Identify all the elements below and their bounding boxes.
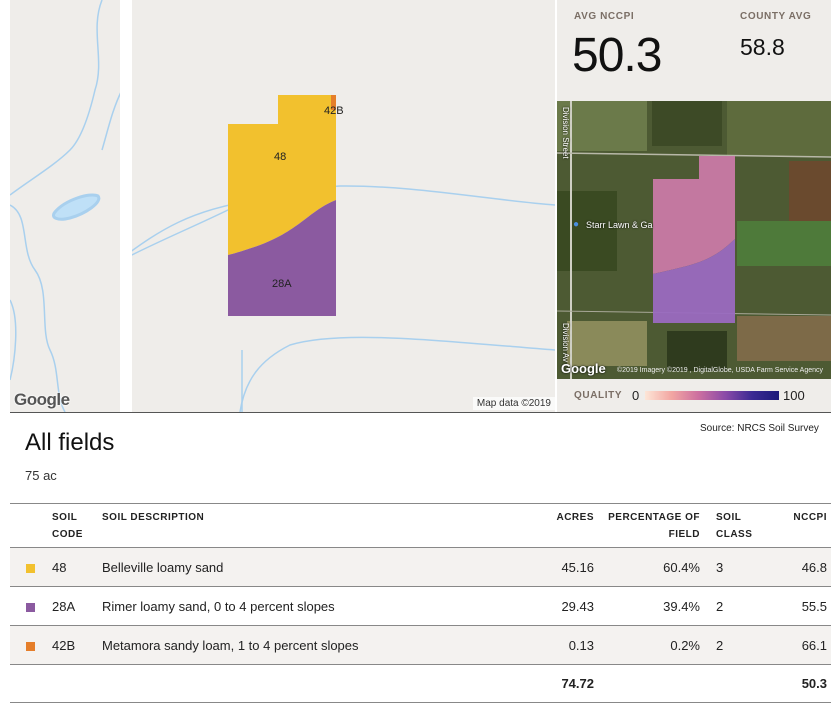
data-source: Source: NRCS Soil Survey (700, 423, 819, 434)
soil-acres: 45.16 (518, 547, 598, 587)
map-canvas (10, 0, 555, 412)
map-divider (120, 0, 132, 412)
avg-nccpi-label: AVG NCCPI (574, 11, 635, 22)
header-soil-class: SOIL CLASS (704, 503, 776, 548)
avg-nccpi-value: 50.3 (572, 29, 662, 82)
street-label-division-street: Division Street (561, 107, 570, 159)
google-logo[interactable]: Google (14, 390, 70, 410)
soil-description: Metamora sandy loam, 1 to 4 percent slop… (98, 625, 518, 665)
soil-description: Rimer loamy sand, 0 to 4 percent slopes (98, 586, 518, 626)
soil-acres: 29.43 (518, 586, 598, 626)
soil-acres: 0.13 (518, 625, 598, 665)
quality-max-value: 100 (783, 388, 805, 403)
totals-row: 74.72 50.3 (10, 664, 831, 703)
page-title: All fields (25, 429, 115, 456)
quality-label: QUALITY (574, 390, 623, 401)
quality-min-value: 0 (632, 388, 640, 403)
satellite-credit[interactable]: ©2019 Imagery ©2019 , DigitalGlobe, USDA… (617, 367, 823, 374)
soil-color-swatch (26, 563, 35, 573)
soil-color-swatch (26, 641, 35, 651)
soil-code: 42B (48, 625, 98, 665)
satellite-map[interactable]: Division Street Division Av ● Starr Lawn… (557, 101, 831, 379)
soil-table: SOIL CODE SOIL DESCRIPTION ACRES PERCENTA… (10, 503, 831, 703)
soil-nccpi: 66.1 (776, 625, 831, 665)
soil-percentage: 0.2% (598, 625, 704, 665)
poi-label[interactable]: Starr Lawn & Ga (586, 220, 653, 230)
header-soil-code: SOIL CODE (48, 503, 98, 548)
section-divider (10, 412, 831, 413)
soil-class: 2 (704, 586, 776, 626)
satellite-canvas (557, 101, 831, 379)
table-row[interactable]: 28A Rimer loamy sand, 0 to 4 percent slo… (10, 586, 831, 626)
soil-nccpi: 46.8 (776, 547, 831, 587)
table-header-row: SOIL CODE SOIL DESCRIPTION ACRES PERCENTA… (10, 503, 831, 548)
quality-legend: QUALITY 0 100 (557, 379, 831, 412)
header-soil-description: SOIL DESCRIPTION (98, 503, 518, 548)
map-data-credit[interactable]: Map data ©2019 (472, 397, 555, 410)
soil-nccpi: 55.5 (776, 586, 831, 626)
county-avg-value: 58.8 (740, 34, 785, 60)
soil-class: 3 (704, 547, 776, 587)
soil-code: 28A (48, 586, 98, 626)
soil-label-28a: 28A (272, 278, 292, 290)
soil-label-42b: 42B (324, 105, 344, 117)
soil-code: 48 (48, 547, 98, 587)
total-acres-value: 74.72 (518, 664, 598, 703)
header-nccpi: NCCPI (776, 503, 831, 548)
county-avg-label: COUNTY AVG (740, 11, 812, 22)
soil-percentage: 39.4% (598, 586, 704, 626)
quality-gradient-bar (645, 391, 779, 400)
soil-class: 2 (704, 625, 776, 665)
soil-color-swatch (26, 602, 35, 612)
soil-percentage: 60.4% (598, 547, 704, 587)
soil-map[interactable]: 48 42B 28A Google Map data ©2019 (10, 0, 555, 412)
nccpi-stats-panel: AVG NCCPI 50.3 COUNTY AVG 58.8 (557, 0, 831, 101)
soil-description: Belleville loamy sand (98, 547, 518, 587)
satellite-google-logo[interactable]: Google (561, 361, 606, 376)
table-row[interactable]: 48 Belleville loamy sand 45.16 60.4% 3 4… (10, 547, 831, 587)
street-label-division-av: Division Av (561, 323, 570, 362)
header-percentage: PERCENTAGE OF FIELD (598, 503, 704, 548)
total-nccpi-value: 50.3 (776, 664, 831, 703)
table-row[interactable]: 42B Metamora sandy loam, 1 to 4 percent … (10, 625, 831, 665)
soil-label-48: 48 (274, 151, 287, 163)
map-pin-icon[interactable]: ● (573, 219, 579, 230)
header-acres: ACRES (518, 503, 598, 548)
total-acres: 75 ac (25, 468, 57, 483)
